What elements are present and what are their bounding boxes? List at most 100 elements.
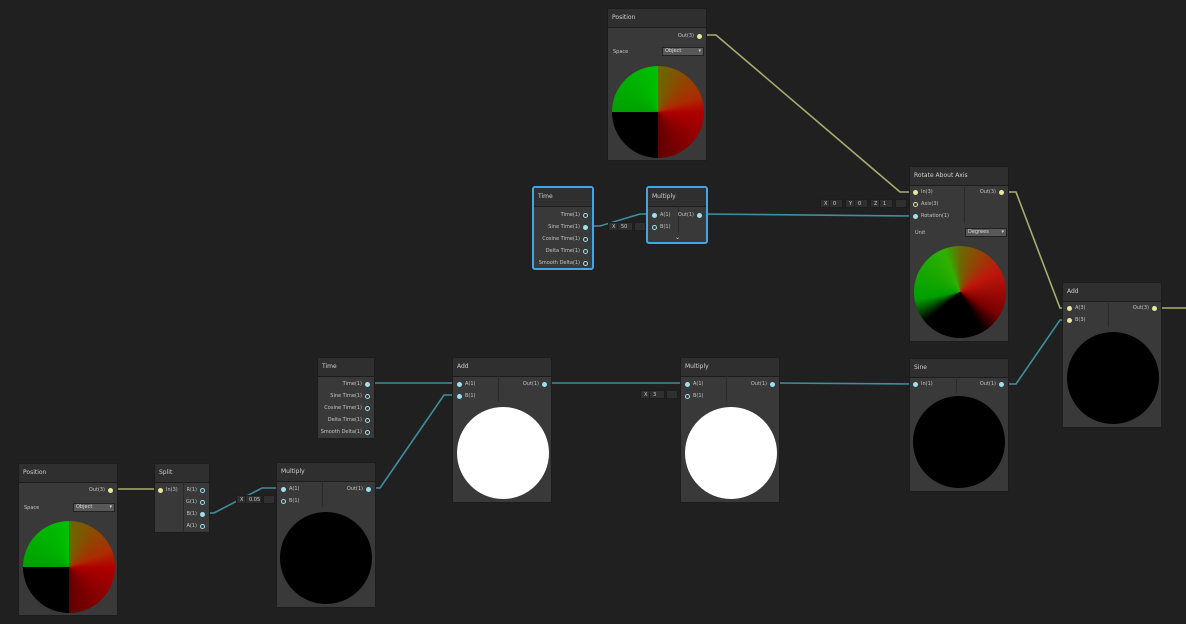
smooth-delta-output: Smooth Delta(1) bbox=[320, 429, 362, 435]
b-value-field[interactable]: 3 bbox=[649, 390, 665, 399]
in-label: In(3) bbox=[921, 189, 933, 195]
time-node-mid[interactable]: Time Time(1) Sine Time(1) Cosine Time(1)… bbox=[317, 357, 375, 439]
time-port[interactable] bbox=[583, 213, 588, 218]
preview-sphere bbox=[914, 246, 1006, 338]
preview-sphere bbox=[685, 407, 777, 499]
a-input-port[interactable] bbox=[457, 382, 462, 387]
position-node-top[interactable]: Position Out(3) Space Object bbox=[607, 8, 707, 161]
a-input-port[interactable] bbox=[652, 213, 657, 218]
position-node-bottom[interactable]: Position Out(3) Space Object bbox=[18, 463, 118, 616]
r-output: R(1) bbox=[186, 487, 197, 493]
smooth-delta-port[interactable] bbox=[583, 261, 588, 266]
wire-rotate-to-add bbox=[1003, 191, 1067, 309]
node-divider bbox=[183, 482, 184, 532]
out-label: Out(1) bbox=[677, 212, 694, 218]
node-title: Position bbox=[19, 464, 117, 483]
in-label: In(1) bbox=[921, 381, 933, 387]
cosine-time-port[interactable] bbox=[583, 237, 588, 242]
rotate-about-axis-node[interactable]: Rotate About Axis In(3) Axis(3) Rotation… bbox=[909, 166, 1009, 342]
out-port[interactable] bbox=[770, 382, 775, 387]
b-input-port[interactable] bbox=[685, 394, 690, 399]
b-input-label: B(1) bbox=[289, 498, 300, 504]
out-port[interactable] bbox=[542, 382, 547, 387]
axis-port[interactable] bbox=[913, 202, 918, 207]
out-port[interactable] bbox=[999, 382, 1004, 387]
out-label: Out(3) bbox=[88, 487, 105, 493]
sine-time-output: Sine Time(1) bbox=[548, 224, 580, 230]
a-input-port[interactable] bbox=[685, 382, 690, 387]
node-divider bbox=[956, 377, 957, 393]
a-input-label: A(1) bbox=[465, 381, 476, 387]
b-input-port[interactable] bbox=[457, 394, 462, 399]
time-port[interactable] bbox=[365, 382, 370, 387]
g-output: G(1) bbox=[186, 499, 197, 505]
axis-z-field[interactable]: 1 bbox=[879, 199, 893, 208]
cosine-time-port[interactable] bbox=[365, 406, 370, 411]
node-title: Time bbox=[534, 188, 592, 207]
in-port[interactable] bbox=[913, 190, 918, 195]
in-port[interactable] bbox=[158, 488, 163, 493]
node-divider bbox=[498, 376, 499, 402]
a-port[interactable] bbox=[200, 524, 205, 529]
b-input-label: B(1) bbox=[465, 393, 476, 399]
node-title: Time bbox=[318, 358, 374, 377]
node-title: Split bbox=[155, 464, 209, 483]
a-input-port[interactable] bbox=[1067, 306, 1072, 311]
wire-multiply-to-sine bbox=[773, 382, 915, 385]
node-divider bbox=[726, 376, 727, 402]
out-port[interactable] bbox=[366, 487, 371, 492]
split-node[interactable]: Split In(3) R(1) G(1) B(1) A(1) bbox=[154, 463, 210, 533]
out-port[interactable] bbox=[999, 190, 1004, 195]
space-dropdown[interactable]: Object bbox=[73, 503, 115, 512]
time-output: Time(1) bbox=[342, 381, 362, 387]
b-port[interactable] bbox=[200, 512, 205, 517]
space-dropdown[interactable]: Object bbox=[662, 47, 704, 56]
axis-label: Axis(3) bbox=[921, 201, 939, 207]
preview-sphere bbox=[280, 512, 372, 604]
axis-connector-chip bbox=[895, 199, 907, 208]
node-title: Multiply bbox=[681, 358, 779, 377]
time-node-top[interactable]: Time Time(1) Sine Time(1) Cosine Time(1)… bbox=[532, 186, 594, 270]
add-node-mid[interactable]: Add A(1) B(1) Out(1) bbox=[452, 357, 552, 503]
in-port[interactable] bbox=[913, 382, 918, 387]
g-port[interactable] bbox=[200, 500, 205, 505]
b-value-field[interactable]: 50 bbox=[617, 222, 633, 231]
out-port[interactable] bbox=[108, 488, 113, 493]
multiply-node-bottom[interactable]: Multiply A(1) B(1) Out(1) bbox=[276, 462, 376, 608]
a-output: A(1) bbox=[186, 523, 197, 529]
smooth-delta-port[interactable] bbox=[365, 430, 370, 435]
unit-dropdown[interactable]: Degrees bbox=[965, 228, 1007, 237]
chevron-down-icon[interactable]: ⌄ bbox=[675, 234, 680, 241]
delta-time-output: Delta Time(1) bbox=[327, 417, 362, 423]
r-port[interactable] bbox=[200, 488, 205, 493]
multiply-node-mid[interactable]: Multiply A(1) B(1) Out(1) bbox=[680, 357, 780, 503]
node-title: Add bbox=[1063, 283, 1161, 302]
out-port[interactable] bbox=[697, 34, 702, 39]
delta-time-port[interactable] bbox=[583, 249, 588, 254]
preview-sphere bbox=[23, 521, 115, 613]
rotation-port[interactable] bbox=[913, 214, 918, 219]
add-node-right[interactable]: Add A(3) B(3) Out(3) bbox=[1062, 282, 1162, 428]
sine-node[interactable]: Sine In(1) Out(1) bbox=[909, 358, 1009, 492]
a-input-port[interactable] bbox=[281, 487, 286, 492]
delta-time-port[interactable] bbox=[365, 418, 370, 423]
sine-time-port[interactable] bbox=[365, 394, 370, 399]
b-connector-chip bbox=[634, 222, 646, 231]
node-title: Position bbox=[608, 9, 706, 28]
node-divider bbox=[678, 206, 679, 234]
b-connector-chip bbox=[666, 390, 678, 399]
axis-x-field[interactable]: 0 bbox=[829, 199, 843, 208]
node-divider bbox=[322, 481, 323, 507]
multiply-node-top[interactable]: Multiply A(1) B(1) Out(1) ⌄ bbox=[646, 186, 708, 244]
sine-time-port[interactable] bbox=[583, 225, 588, 230]
b-input-port[interactable] bbox=[281, 499, 286, 504]
b-input-port[interactable] bbox=[1067, 318, 1072, 323]
out-port[interactable] bbox=[697, 213, 702, 218]
b-value-field[interactable]: 0.05 bbox=[245, 495, 262, 504]
b-input-port[interactable] bbox=[652, 225, 657, 230]
a-input-label: A(3) bbox=[1075, 305, 1086, 311]
out-port[interactable] bbox=[1152, 306, 1157, 311]
axis-y-field[interactable]: 0 bbox=[854, 199, 868, 208]
out-label: Out(1) bbox=[522, 381, 539, 387]
b-input-label: B(1) bbox=[660, 224, 671, 230]
